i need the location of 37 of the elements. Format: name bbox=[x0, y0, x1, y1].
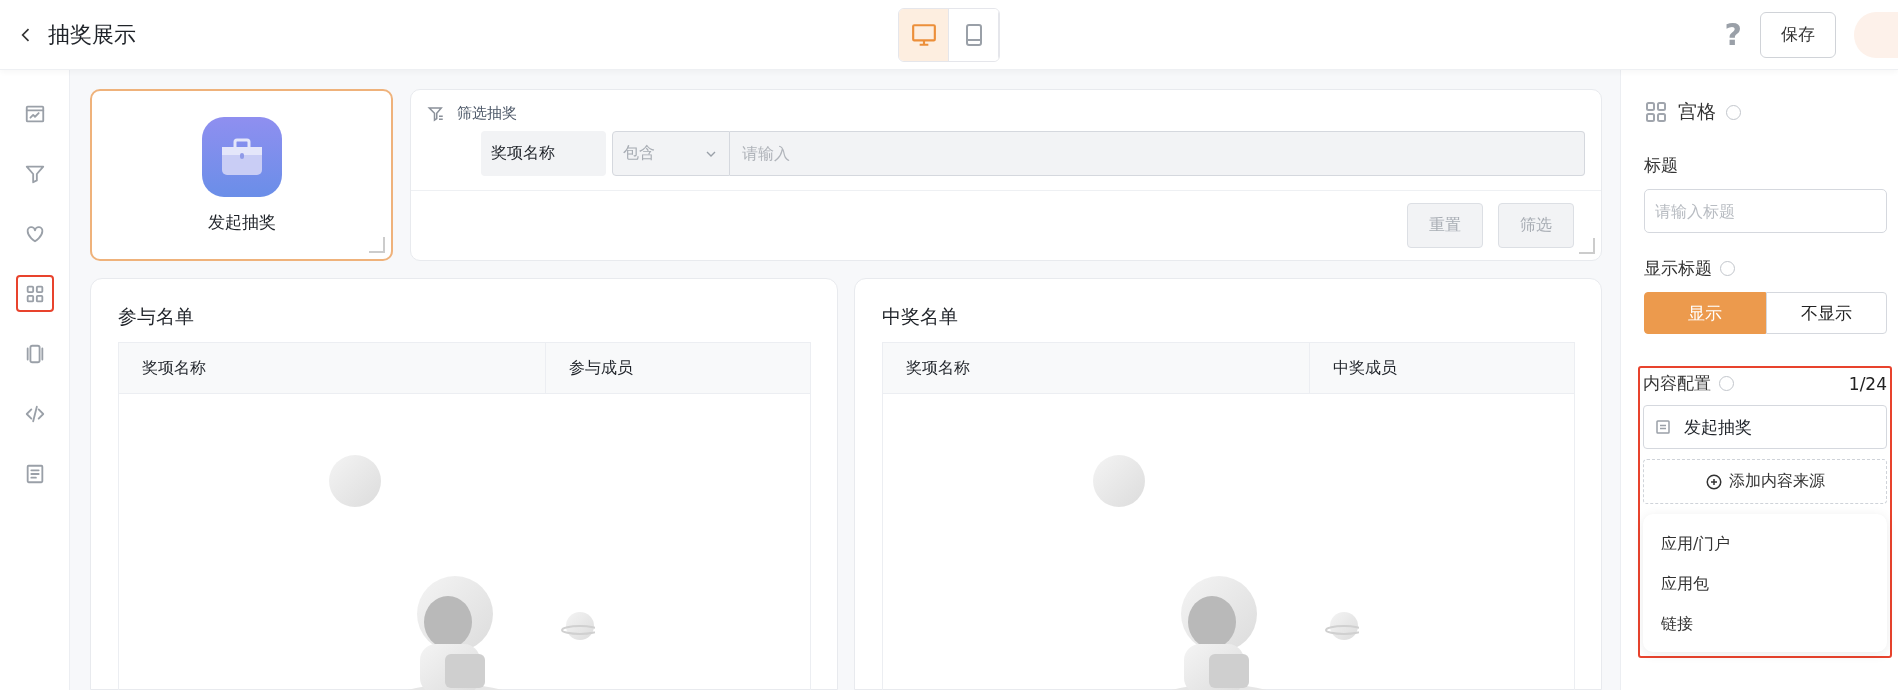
menu-item[interactable]: 应用/门户 bbox=[1643, 524, 1887, 564]
item-label: 发起抽奖 bbox=[1684, 415, 1752, 439]
field-label: 标题 bbox=[1644, 154, 1678, 177]
sidebar-button[interactable] bbox=[15, 275, 54, 312]
filter-icon bbox=[427, 104, 445, 123]
card-title: 参与名单 bbox=[118, 304, 195, 329]
column-header: 参与成员 bbox=[545, 343, 810, 393]
save-button[interactable]: 保存 bbox=[1760, 11, 1836, 58]
operator-value: 包含 bbox=[623, 143, 655, 164]
page-title: 抽奖展示 bbox=[48, 20, 136, 49]
launch-card[interactable]: 发起抽奖 bbox=[90, 89, 393, 261]
field-label: 显示标题 bbox=[1644, 257, 1712, 280]
briefcase-app-icon bbox=[201, 116, 282, 197]
menu-item[interactable]: 链接 bbox=[1643, 604, 1887, 644]
resize-handle[interactable] bbox=[369, 237, 385, 253]
field-label: 内容配置 bbox=[1643, 372, 1711, 395]
item-count: 1/24 bbox=[1848, 373, 1887, 394]
card-title: 中奖名单 bbox=[882, 304, 959, 329]
column-header: 奖项名称 bbox=[141, 356, 207, 379]
column-header: 中奖成员 bbox=[1309, 343, 1574, 393]
document-icon bbox=[1654, 418, 1672, 436]
segment-button[interactable]: 不显示 bbox=[1765, 292, 1887, 334]
add-source-button[interactable]: 添加内容来源 bbox=[1643, 459, 1887, 504]
column-header: 奖项名称 bbox=[905, 356, 971, 379]
monitor-icon bbox=[909, 21, 938, 48]
plus-circle-icon bbox=[1705, 472, 1723, 491]
filter-title: 筛选抽奖 bbox=[457, 104, 517, 123]
grid-icon bbox=[1644, 100, 1668, 124]
field-label: 奖项名称 bbox=[481, 131, 606, 176]
tablet-view-button[interactable] bbox=[949, 8, 999, 61]
resize-handle[interactable] bbox=[1579, 238, 1595, 254]
content-item[interactable]: 发起抽奖 bbox=[1643, 405, 1887, 449]
title-input[interactable]: 请输入标题 bbox=[1644, 189, 1887, 233]
card-label: 发起抽奖 bbox=[207, 210, 276, 234]
desktop-view-button[interactable] bbox=[899, 8, 949, 61]
panel-title: 宫格 bbox=[1678, 99, 1716, 124]
menu-item[interactable]: 应用包 bbox=[1643, 564, 1887, 604]
